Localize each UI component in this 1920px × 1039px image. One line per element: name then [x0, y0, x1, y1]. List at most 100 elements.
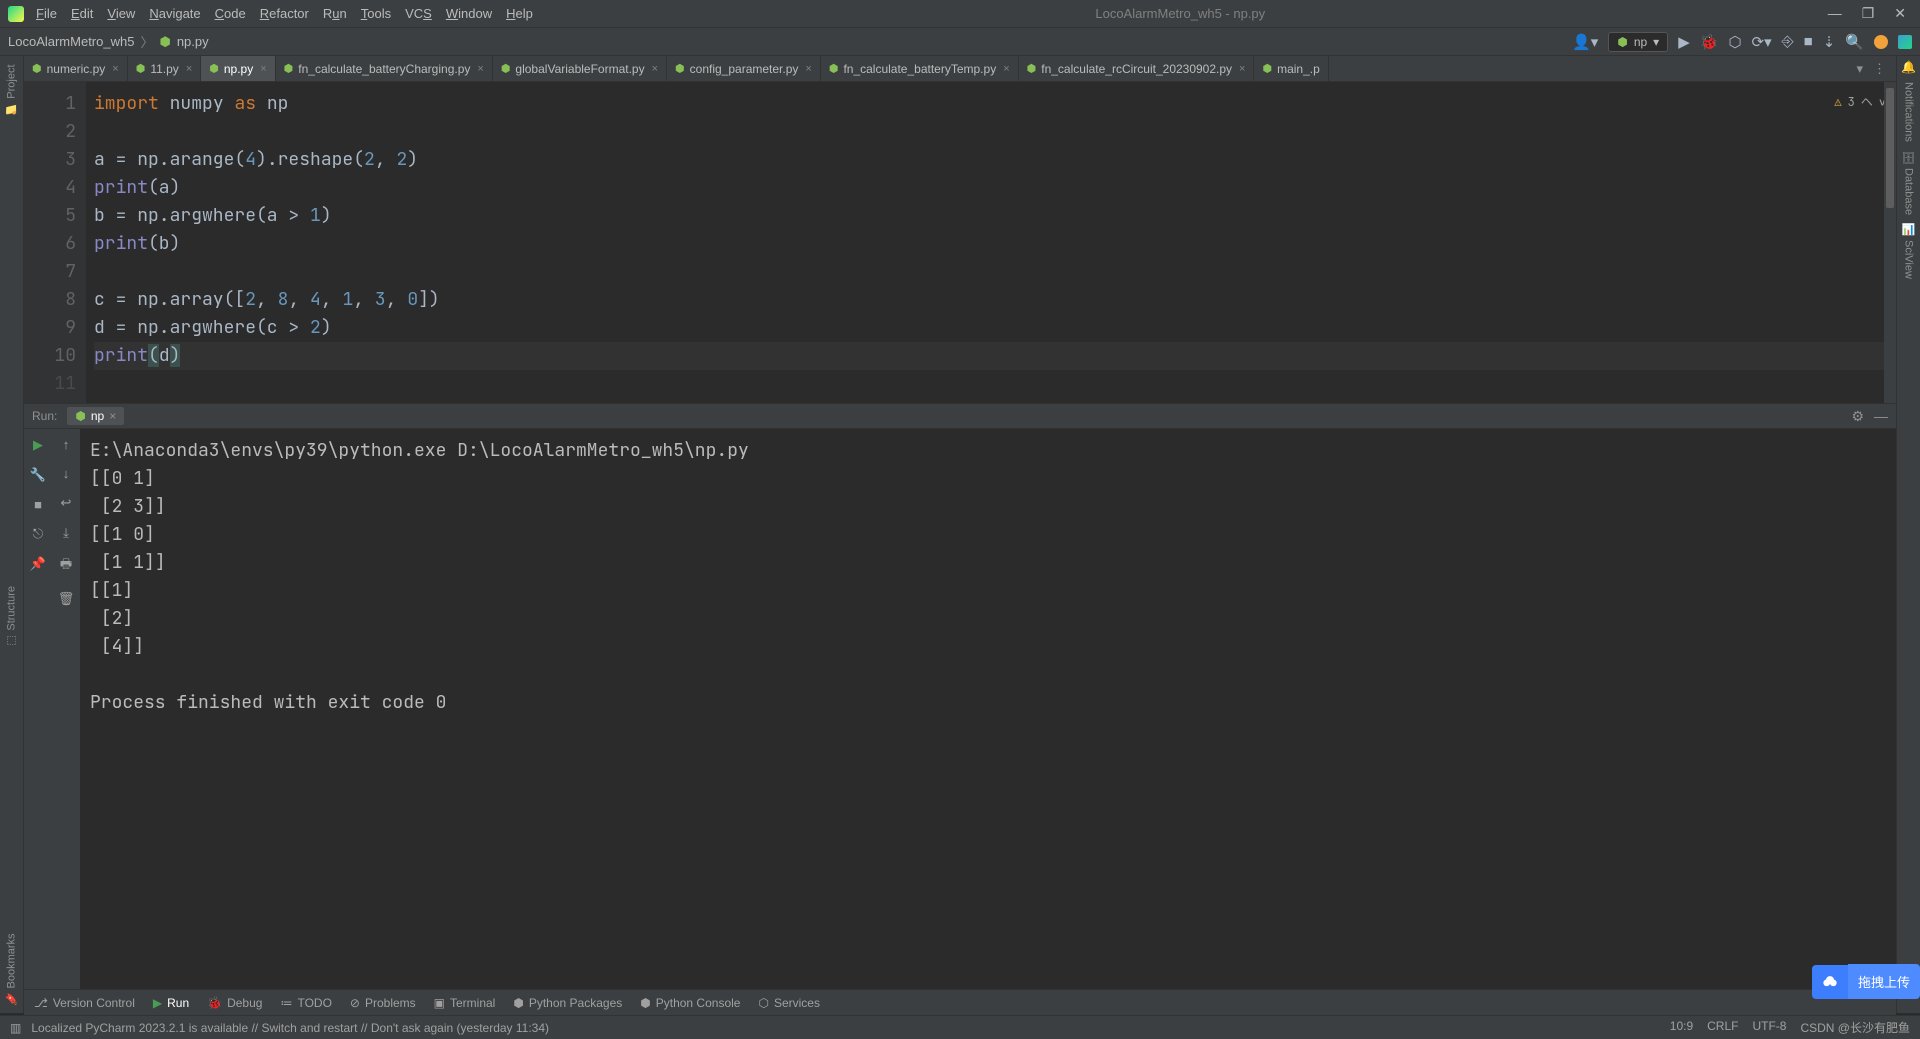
- close-icon[interactable]: ×: [477, 63, 483, 75]
- run-coverage-button[interactable]: ⬡: [1728, 33, 1741, 51]
- maximize-button[interactable]: ❐: [1862, 5, 1875, 22]
- close-button[interactable]: ✕: [1894, 5, 1906, 22]
- line-separator[interactable]: CRLF: [1707, 1019, 1738, 1036]
- tab-numeric[interactable]: ⬢numeric.py×: [24, 56, 128, 81]
- scroll-end-icon[interactable]: ⤓: [63, 525, 69, 541]
- breadcrumb-project[interactable]: LocoAlarmMetro_wh5: [8, 34, 134, 49]
- trash-icon[interactable]: 🗑: [58, 591, 75, 607]
- menu-run[interactable]: Run: [323, 6, 347, 21]
- tab-config-parameter[interactable]: ⬢config_parameter.py×: [667, 56, 821, 81]
- close-icon[interactable]: ×: [186, 63, 192, 75]
- tool-notifications[interactable]: Notifications: [1903, 82, 1915, 142]
- close-icon[interactable]: ×: [109, 409, 116, 423]
- tab-rc-circuit[interactable]: ⬢fn_calculate_rcCircuit_20230902.py×: [1019, 56, 1255, 81]
- tool-python-console[interactable]: ⬢ Python Console: [640, 996, 740, 1010]
- menu-window[interactable]: Window: [446, 6, 492, 21]
- tool-version-control[interactable]: ⎇ Version Control: [34, 996, 135, 1010]
- menu-code[interactable]: Code: [215, 6, 246, 21]
- editor-tabs: ⬢numeric.py× ⬢11.py× ⬢np.py× ⬢fn_calcula…: [24, 56, 1896, 82]
- code-editor[interactable]: 123 456 789 1011 import numpy as np a = …: [24, 82, 1896, 403]
- tool-database[interactable]: 🗄 Database: [1902, 150, 1915, 215]
- tool-project[interactable]: 📁 Project: [5, 64, 18, 116]
- warning-icon[interactable]: ⚠: [1834, 88, 1841, 116]
- stop-button[interactable]: ■: [1804, 33, 1813, 50]
- menu-refactor[interactable]: Refactor: [260, 6, 309, 21]
- menu-edit[interactable]: Edit: [71, 6, 93, 21]
- tool-problems[interactable]: ⊘ Problems: [350, 996, 416, 1010]
- minimize-button[interactable]: —: [1828, 5, 1842, 22]
- close-icon[interactable]: ×: [652, 63, 658, 75]
- hide-icon[interactable]: —: [1874, 408, 1888, 425]
- add-user-icon[interactable]: 👤▾: [1572, 33, 1598, 51]
- status-message[interactable]: Localized PyCharm 2023.2.1 is available …: [31, 1021, 1659, 1035]
- window-controls: — ❐ ✕: [1828, 5, 1912, 22]
- tool-debug[interactable]: 🐞 Debug: [207, 996, 262, 1010]
- ide-update-indicator[interactable]: [1874, 35, 1888, 49]
- rerun-button[interactable]: ▶: [33, 437, 43, 453]
- cursor-position[interactable]: 10:9: [1670, 1019, 1693, 1036]
- code-content[interactable]: import numpy as np a = np.arange(4).resh…: [86, 82, 1896, 403]
- tool-structure[interactable]: ⬚ Structure: [5, 586, 18, 648]
- breadcrumb-file[interactable]: np.py: [177, 34, 209, 49]
- debug-button[interactable]: 🐞: [1700, 33, 1719, 51]
- tool-terminal[interactable]: ▣ Terminal: [434, 996, 496, 1010]
- down-arrow-icon[interactable]: ↓: [63, 466, 70, 481]
- tab-battery-temp[interactable]: ⬢fn_calculate_batteryTemp.py×: [821, 56, 1019, 81]
- python-file-icon: ⬢: [501, 62, 511, 75]
- python-icon: ⬢: [1617, 35, 1627, 49]
- gear-icon[interactable]: ⚙: [1851, 408, 1864, 425]
- encoding[interactable]: UTF-8: [1752, 1019, 1786, 1036]
- soft-wrap-icon[interactable]: ↩: [61, 495, 72, 511]
- tab-np[interactable]: ⬢np.py×: [201, 56, 275, 81]
- menu-help[interactable]: Help: [506, 6, 533, 21]
- close-icon[interactable]: ×: [805, 63, 811, 75]
- search-everywhere-button[interactable]: 🔍: [1845, 33, 1864, 51]
- close-icon[interactable]: ×: [112, 63, 118, 75]
- tabs-more[interactable]: ⋮: [1873, 61, 1886, 77]
- tool-run[interactable]: ▶ Run: [153, 996, 189, 1010]
- wrench-icon[interactable]: 🔧: [30, 467, 46, 483]
- print-icon[interactable]: 🖶: [60, 555, 72, 577]
- breadcrumb: LocoAlarmMetro_wh5 〉 ⬢ np.py: [8, 32, 209, 51]
- up-arrow-icon[interactable]: ↑: [63, 437, 70, 452]
- menu-vcs[interactable]: VCS: [405, 6, 432, 21]
- upload-float[interactable]: 拖拽上传: [1812, 964, 1920, 999]
- exit-button[interactable]: ⎋: [33, 526, 43, 542]
- close-icon[interactable]: ×: [1239, 63, 1245, 75]
- menu-navigate[interactable]: Navigate: [149, 6, 200, 21]
- status-icon[interactable]: ▥: [10, 1021, 21, 1035]
- git-pull-icon[interactable]: ⇣: [1823, 33, 1836, 51]
- warning-count: 3: [1848, 88, 1855, 116]
- ide-feature-icon[interactable]: [1898, 35, 1912, 49]
- close-icon[interactable]: ×: [260, 63, 266, 75]
- pin-button[interactable]: 📌: [30, 556, 46, 572]
- stop-button[interactable]: ■: [34, 497, 42, 512]
- console-output[interactable]: E:\Anaconda3\envs\py39\python.exe D:\Loc…: [80, 429, 1896, 989]
- run-tab[interactable]: ⬢ np ×: [67, 407, 124, 425]
- profile-button[interactable]: ⟳▾: [1752, 33, 1772, 51]
- close-icon[interactable]: ×: [1003, 63, 1009, 75]
- toolbar-right: 👤▾ ⬢ np ▾ ▶ 🐞 ⬡ ⟳▾ ⎆ ■ ⇣ 🔍: [1572, 32, 1912, 52]
- run-button[interactable]: ▶: [1678, 33, 1690, 51]
- run-config-selector[interactable]: ⬢ np ▾: [1608, 32, 1668, 52]
- tab-main[interactable]: ⬢main_.p: [1254, 56, 1328, 81]
- notifications-icon[interactable]: 🔔: [1901, 60, 1916, 74]
- python-file-icon: ⬢: [32, 62, 42, 75]
- menu-view[interactable]: View: [107, 6, 135, 21]
- menu-tools[interactable]: Tools: [361, 6, 391, 21]
- scrollbar-thumb[interactable]: [1886, 88, 1894, 208]
- tool-bookmarks[interactable]: 🔖 Bookmarks: [5, 933, 18, 1005]
- tabs-dropdown[interactable]: ▾: [1856, 61, 1863, 77]
- tab-battery-charging[interactable]: ⬢fn_calculate_batteryCharging.py×: [276, 56, 493, 81]
- attach-button[interactable]: ⎆: [1782, 33, 1794, 50]
- tool-python-packages[interactable]: ⬢ Python Packages: [513, 996, 622, 1010]
- menu-file[interactable]: File: [36, 6, 57, 21]
- tab-global-variable[interactable]: ⬢globalVariableFormat.py×: [493, 56, 667, 81]
- tab-11[interactable]: ⬢11.py×: [128, 56, 202, 81]
- editor-scrollbar[interactable]: [1884, 82, 1896, 403]
- tool-services[interactable]: ⬡ Services: [758, 996, 820, 1010]
- tool-todo[interactable]: ≔ TODO: [280, 996, 331, 1010]
- expand-up-icon[interactable]: ヘ: [1861, 88, 1873, 116]
- main-menu: File Edit View Navigate Code Refactor Ru…: [36, 6, 533, 21]
- tool-sciview[interactable]: 📊 SciView: [1902, 223, 1915, 279]
